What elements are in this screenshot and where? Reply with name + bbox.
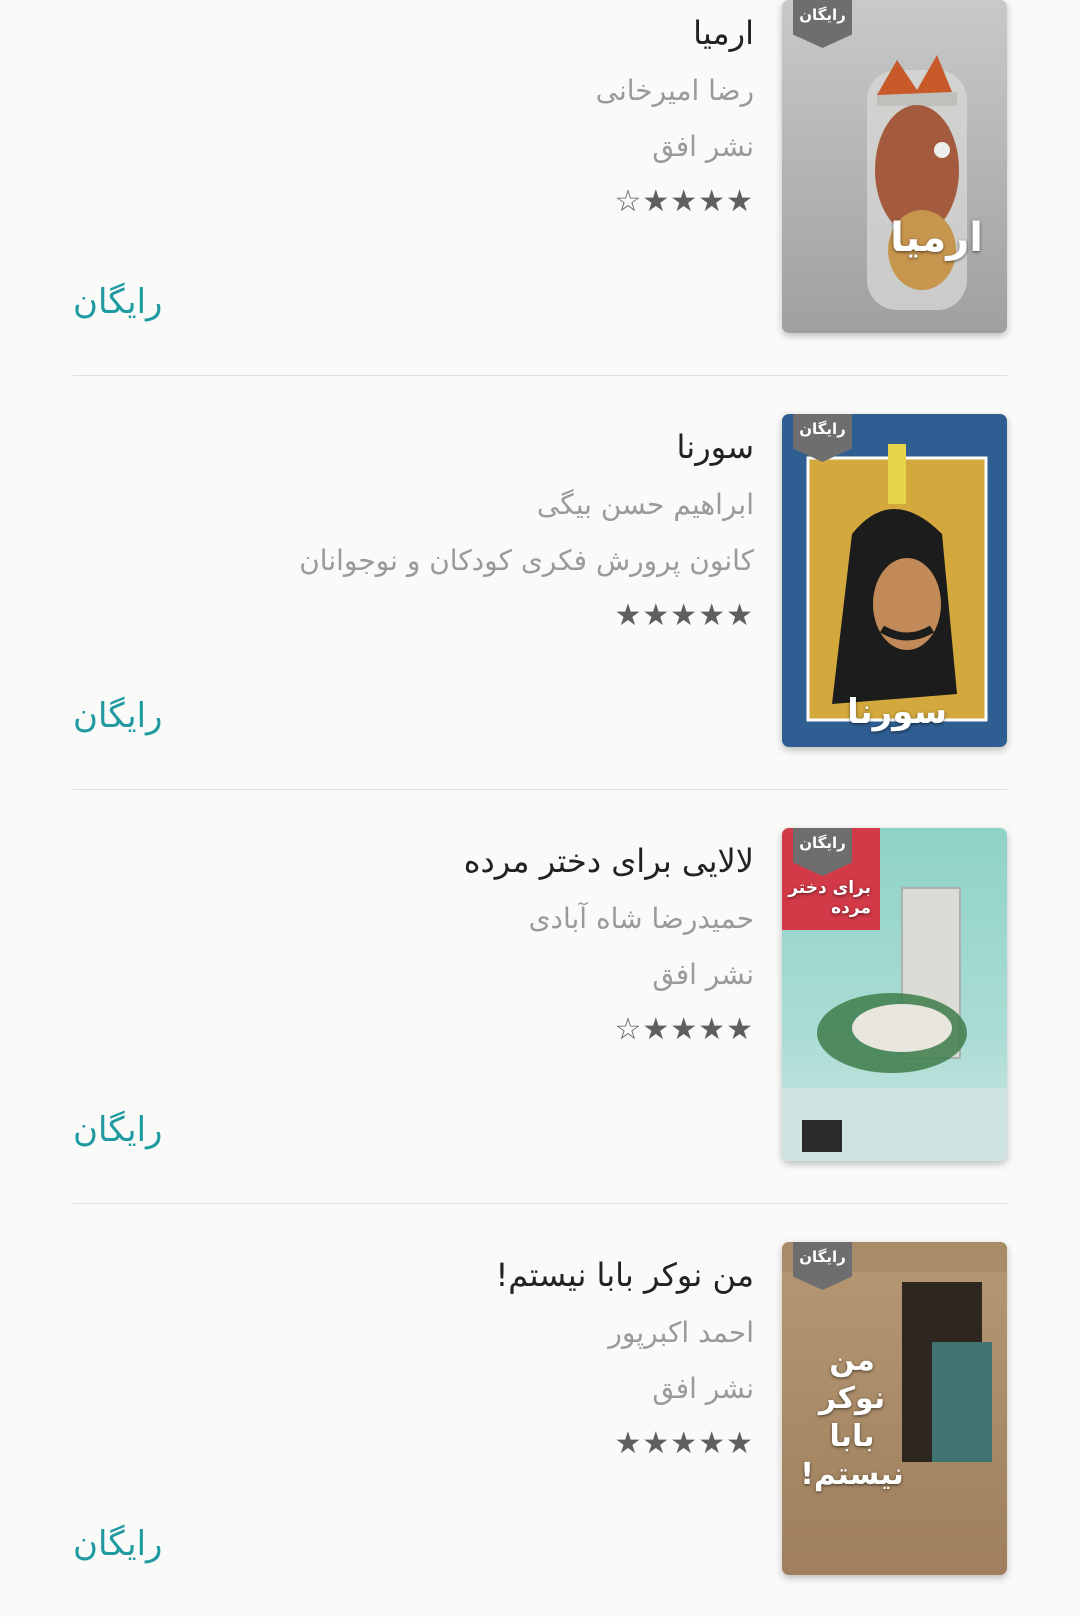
book-publisher[interactable]: نشر افق (652, 958, 754, 991)
rating-stars: ☆★★★★ (614, 1012, 754, 1047)
book-author[interactable]: ابراهیم حسن بیگی (537, 488, 754, 521)
cover-title-1: ارمیا (890, 215, 983, 261)
price-label[interactable]: رایگان (73, 696, 162, 736)
rating-stars: ★★★★★ (614, 1426, 754, 1461)
book-item-4[interactable]: رایگان من نوکر بابا نیستم! من نوکر بابا … (73, 1242, 1007, 1617)
book-cover-2[interactable]: رایگان سورنا (782, 414, 1007, 747)
book-publisher[interactable]: کانون پرورش فکری کودکان و نوجوانان (299, 544, 754, 577)
book-title[interactable]: من نوکر بابا نیستم! (495, 1256, 754, 1294)
book-author[interactable]: حمیدرضا شاه آبادی (529, 902, 754, 935)
price-label[interactable]: رایگان (73, 282, 162, 322)
book-author[interactable]: رضا امیرخانی (596, 74, 754, 107)
book-item-2[interactable]: رایگان سورنا سورنا ابراهیم حسن بیگی کانو… (73, 414, 1007, 790)
book-title[interactable]: لالایی برای دختر مرده (464, 842, 754, 880)
book-item-1[interactable]: رایگان ارمیا ارمیا رضا امیرخانی نشر افق … (73, 0, 1007, 376)
cover-title-4: من نوکر بابا نیستم! (800, 1343, 904, 1492)
book-cover-1[interactable]: رایگان ارمیا (782, 0, 1007, 333)
book-item-3[interactable]: رایگان برای دختر مرده لالایی برای دختر م… (73, 828, 1007, 1204)
book-cover-4[interactable]: رایگان من نوکر بابا نیستم! (782, 1242, 1007, 1575)
book-title[interactable]: سورنا (677, 428, 754, 466)
book-publisher[interactable]: نشر افق (652, 130, 754, 163)
book-publisher[interactable]: نشر افق (652, 1372, 754, 1405)
price-label[interactable]: رایگان (73, 1524, 162, 1564)
rating-stars: ★★★★★ (614, 598, 754, 633)
price-label[interactable]: رایگان (73, 1110, 162, 1150)
book-author[interactable]: احمد اکبرپور (608, 1316, 754, 1349)
cover-title-2: سورنا (847, 692, 947, 732)
cover-title-3: برای دختر مرده (788, 878, 871, 918)
book-title[interactable]: ارمیا (693, 14, 754, 52)
book-cover-3[interactable]: رایگان برای دختر مرده (782, 828, 1007, 1161)
rating-stars: ☆★★★★ (614, 184, 754, 219)
cover-art-1 (782, 0, 1007, 333)
